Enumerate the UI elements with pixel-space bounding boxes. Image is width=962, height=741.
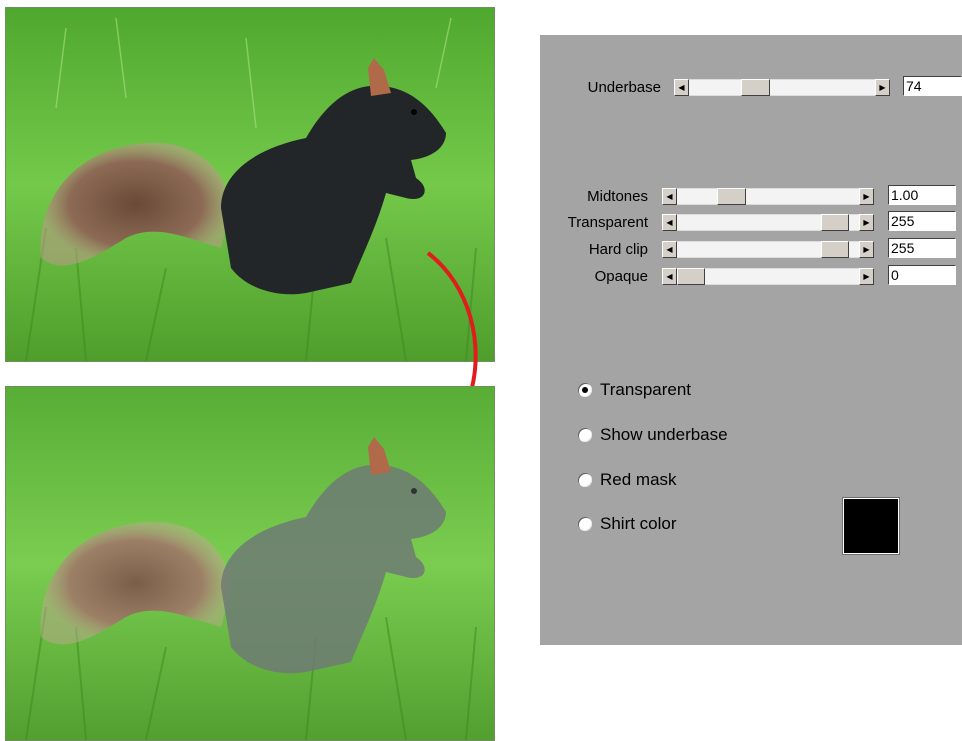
radio-shirt-color[interactable]: Shirt color: [578, 514, 677, 534]
radio-transparent[interactable]: Transparent: [578, 380, 691, 400]
midtones-slider-thumb[interactable]: [717, 188, 746, 205]
shirt-color-swatch[interactable]: [842, 497, 900, 555]
scroll-left-icon[interactable]: ◀: [662, 188, 677, 205]
radio-shirt-color-label: Shirt color: [600, 514, 677, 533]
opaque-value-field[interactable]: 0: [888, 265, 956, 285]
radio-red-mask[interactable]: Red mask: [578, 470, 677, 490]
midtones-label: Midtones: [587, 188, 648, 205]
opaque-label: Opaque: [594, 268, 648, 285]
transparent-slider[interactable]: ◀ ▶: [662, 214, 874, 231]
radio-show-underbase[interactable]: Show underbase: [578, 425, 728, 445]
scroll-right-icon[interactable]: ▶: [859, 188, 874, 205]
hard-clip-slider-thumb[interactable]: [821, 241, 849, 258]
hard-clip-value-field[interactable]: 255: [888, 238, 956, 258]
scroll-right-icon[interactable]: ▶: [859, 268, 874, 285]
radio-show-underbase-label: Show underbase: [600, 425, 728, 444]
radio-checked-icon[interactable]: [578, 383, 592, 397]
scroll-right-icon[interactable]: ▶: [859, 214, 874, 231]
scroll-right-icon[interactable]: ▶: [859, 241, 874, 258]
radio-unchecked-icon[interactable]: [578, 473, 592, 487]
transparent-preview-image: [5, 386, 495, 741]
opaque-slider[interactable]: ◀ ▶: [662, 268, 874, 285]
underbase-slider-thumb[interactable]: [741, 79, 770, 96]
underbase-settings-panel: Underbase ◀ ▶ 74 Midtones ◀ ▶ 1.00 Trans…: [540, 35, 962, 645]
underbase-slider[interactable]: ◀ ▶: [674, 79, 890, 96]
scroll-left-icon[interactable]: ◀: [662, 214, 677, 231]
scroll-left-icon[interactable]: ◀: [662, 268, 677, 285]
scroll-left-icon[interactable]: ◀: [674, 79, 689, 96]
hard-clip-slider[interactable]: ◀ ▶: [662, 241, 874, 258]
hard-clip-label: Hard clip: [588, 241, 648, 258]
midtones-slider[interactable]: ◀ ▶: [662, 188, 874, 205]
transparent-slider-thumb[interactable]: [821, 214, 849, 231]
transparent-value-field[interactable]: 255: [888, 211, 956, 231]
scroll-left-icon[interactable]: ◀: [662, 241, 677, 258]
radio-red-mask-label: Red mask: [600, 470, 677, 489]
radio-unchecked-icon[interactable]: [578, 428, 592, 442]
underbase-label: Underbase: [587, 79, 661, 96]
midtones-value-field[interactable]: 1.00: [888, 185, 956, 205]
radio-transparent-label: Transparent: [600, 380, 692, 399]
scroll-right-icon[interactable]: ▶: [875, 79, 890, 96]
radio-unchecked-icon[interactable]: [578, 517, 592, 531]
transparent-label: Transparent: [567, 214, 648, 231]
underbase-value-field[interactable]: 74: [903, 76, 962, 96]
opaque-slider-thumb[interactable]: [677, 268, 705, 285]
